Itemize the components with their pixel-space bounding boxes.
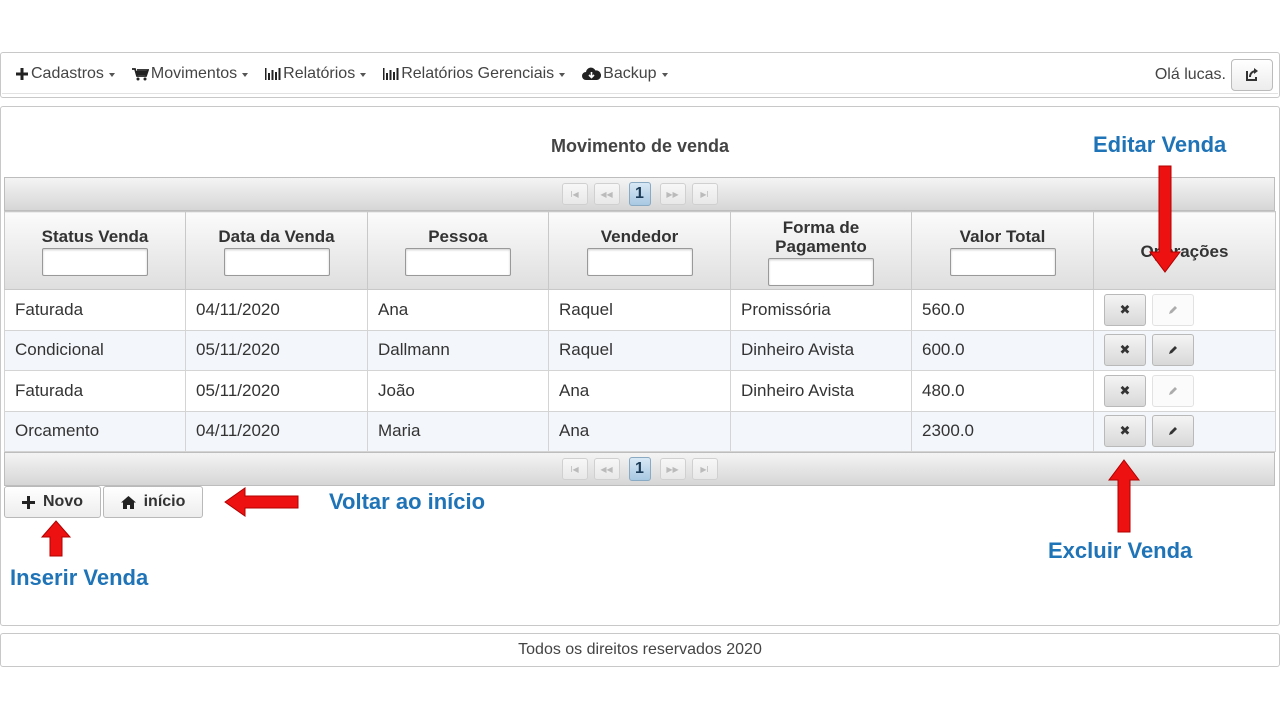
footer-text: Todos os direitos reservados 2020 <box>518 641 762 658</box>
arrow-down-icon <box>1149 165 1181 273</box>
annotation-arrows <box>40 165 1181 557</box>
footer: Todos os direitos reservados 2020 <box>0 633 1280 667</box>
arrow-up-icon <box>1108 459 1140 533</box>
page: Cadastros Movimentos Relatórios Relatóri… <box>0 0 1280 720</box>
arrow-up-icon <box>40 520 72 557</box>
arrow-left-icon <box>224 487 299 517</box>
